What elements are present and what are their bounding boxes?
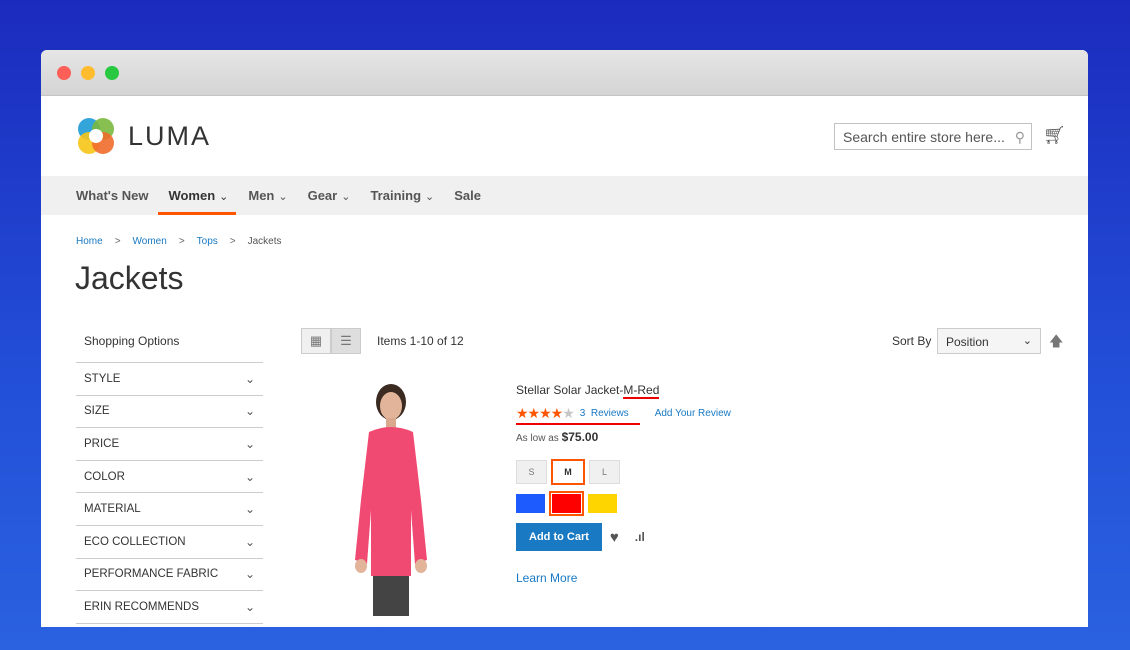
filter-erin-recommends[interactable]: ERIN RECOMMENDS ⌄ xyxy=(76,591,263,624)
size-m[interactable]: M xyxy=(551,459,585,485)
product-image[interactable] xyxy=(331,380,451,616)
breadcrumb-women[interactable]: Women xyxy=(133,236,167,247)
filter-size[interactable]: SIZE ⌄ xyxy=(76,396,263,429)
sort-label: Sort By xyxy=(892,334,932,348)
color-yellow[interactable] xyxy=(588,494,617,513)
chevron-down-icon: ⌄ xyxy=(244,599,255,614)
main-nav: What's New Women ⌄ Men ⌄ Gear ⌄ Training ⌄ S… xyxy=(41,176,1088,215)
nav-gear[interactable]: Gear ⌄ xyxy=(308,176,351,215)
chevron-down-icon: ⌄ xyxy=(244,502,255,517)
search-input[interactable]: Search entire store here... ⚲ xyxy=(834,123,1032,150)
filter-eco-collection[interactable]: ECO COLLECTION ⌄ xyxy=(76,526,263,559)
breadcrumb: Home > Women > Tops > Jackets xyxy=(76,236,282,247)
browser-window: LUMA Search entire store here... ⚲ 🛒︎ Wh… xyxy=(41,50,1088,627)
breadcrumb-home[interactable]: Home xyxy=(76,236,103,247)
product-price: As low as $75.00 xyxy=(516,430,599,444)
color-options xyxy=(516,491,731,516)
search-icon[interactable]: ⚲ xyxy=(1015,129,1025,146)
chevron-down-icon: ⌄ xyxy=(244,371,255,386)
filter-color[interactable]: COLOR ⌄ xyxy=(76,461,263,494)
chevron-down-icon: ⌄ xyxy=(244,404,255,419)
breadcrumb-tops[interactable]: Tops xyxy=(197,236,218,247)
nav-training[interactable]: Training ⌄ xyxy=(370,176,434,215)
search-placeholder: Search entire store here... xyxy=(843,129,1005,145)
size-l[interactable]: L xyxy=(589,460,620,484)
chevron-down-icon: ⌄ xyxy=(244,567,255,582)
add-to-cart-button[interactable]: Add to Cart xyxy=(516,523,602,551)
items-count: Items 1-10 of 12 xyxy=(377,334,464,348)
sort-direction-arrow-icon[interactable]: 🡅 xyxy=(1049,331,1063,355)
filter-performance-fabric[interactable]: PERFORMANCE FABRIC ⌄ xyxy=(76,559,263,592)
logo-text: LUMA xyxy=(128,120,212,151)
filter-material[interactable]: MATERIAL ⌄ xyxy=(76,493,263,526)
site-header: LUMA Search entire store here... ⚲ 🛒︎ xyxy=(41,96,1088,176)
product-name-link[interactable]: Stellar Solar Jacket-M-Red xyxy=(516,383,731,399)
minimize-button[interactable] xyxy=(81,66,95,80)
cart-icon[interactable]: 🛒︎ xyxy=(1043,125,1066,146)
nav-women[interactable]: Women ⌄ xyxy=(158,176,237,215)
title-bar xyxy=(41,50,1088,96)
sidebar-filters: Shopping Options STYLE ⌄ SIZE ⌄ PRICE ⌄ COLOR ⌄… xyxy=(76,328,263,624)
heart-icon[interactable]: ♥ xyxy=(610,529,619,546)
grid-view-button[interactable]: ▦ xyxy=(301,328,331,354)
close-button[interactable] xyxy=(57,66,71,80)
shopping-options-title: Shopping Options xyxy=(76,328,263,363)
product-info: Stellar Solar Jacket-M-Red ★★★★★ 3 Revie… xyxy=(516,383,731,585)
chevron-down-icon: ⌄ xyxy=(219,191,229,203)
breadcrumb-current: Jackets xyxy=(247,236,282,247)
color-blue[interactable] xyxy=(516,494,545,513)
chevron-down-icon: ⌄ xyxy=(244,534,255,549)
size-s[interactable]: S xyxy=(516,460,547,484)
learn-more-link[interactable]: Learn More xyxy=(516,571,731,585)
nav-whats-new[interactable]: What's New xyxy=(76,176,148,215)
chevron-down-icon: ⌄ xyxy=(425,191,435,203)
nav-sale[interactable]: Sale xyxy=(454,176,481,215)
nav-men[interactable]: Men ⌄ xyxy=(248,176,287,215)
filter-price[interactable]: PRICE ⌄ xyxy=(76,428,263,461)
logo[interactable]: LUMA xyxy=(76,116,211,156)
sort-select[interactable]: Position ⌄ xyxy=(937,328,1041,354)
page-title: Jackets xyxy=(75,260,184,296)
product-rating: ★★★★★ 3 Reviews Add Your Review xyxy=(516,405,731,422)
chevron-down-icon: ⌄ xyxy=(341,191,351,203)
add-review-link[interactable]: Add Your Review xyxy=(655,408,731,419)
chevron-down-icon: ⌄ xyxy=(1022,335,1032,347)
size-options: S M L xyxy=(516,459,731,485)
reviews-link[interactable]: 3 Reviews xyxy=(580,408,629,419)
chevron-down-icon: ⌄ xyxy=(244,436,255,451)
list-view-button[interactable]: ☰ xyxy=(331,328,361,354)
rating-stars-icon: ★★★★★ xyxy=(516,405,575,421)
luma-logo-icon xyxy=(78,118,114,154)
annotation-underline xyxy=(516,423,640,425)
maximize-button[interactable] xyxy=(105,66,119,80)
chevron-down-icon: ⌄ xyxy=(278,191,288,203)
color-red[interactable] xyxy=(549,491,584,516)
filter-style[interactable]: STYLE ⌄ xyxy=(76,363,263,396)
toolbar: ▦ ☰ Items 1-10 of 12 Sort By Position ⌄ 🡅 xyxy=(301,328,1063,355)
chevron-down-icon: ⌄ xyxy=(244,469,255,484)
compare-icon[interactable]: .ıl xyxy=(635,530,645,544)
